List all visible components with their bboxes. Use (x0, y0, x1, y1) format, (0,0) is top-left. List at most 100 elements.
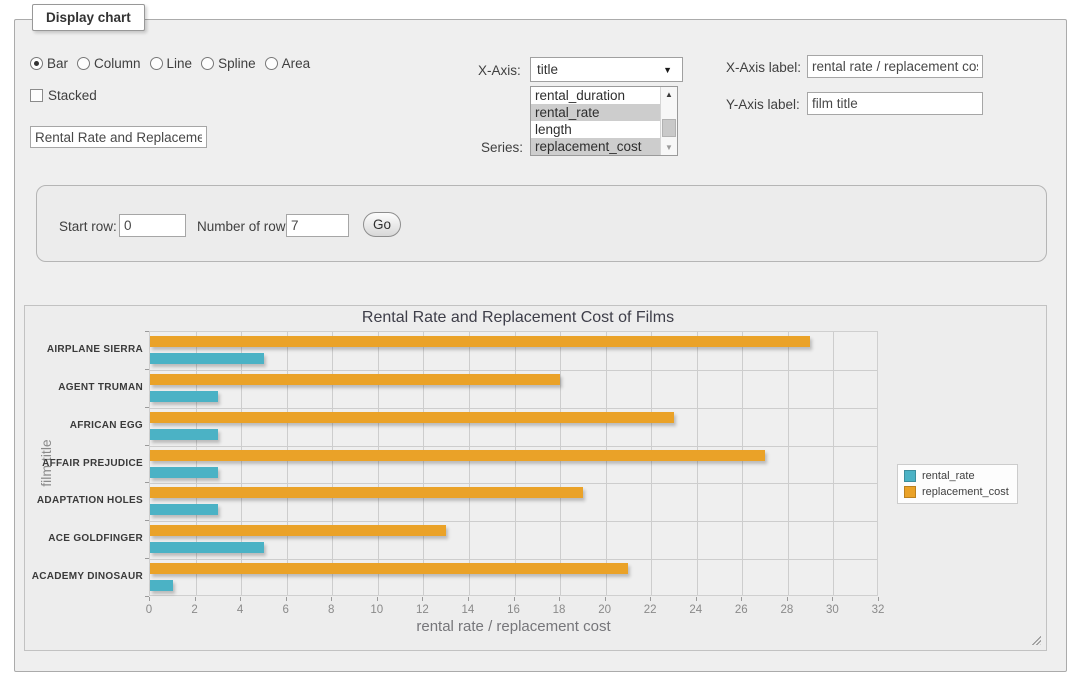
x-tick-label: 20 (590, 604, 620, 616)
bar-replacement_cost[interactable] (150, 563, 628, 574)
x-tick-mark (741, 597, 742, 601)
gridline-vertical (332, 332, 333, 595)
x-axis-label-input[interactable] (807, 55, 983, 78)
bar-rental_rate[interactable] (150, 504, 218, 515)
x-axis-label-field-label: X-Axis label: (726, 60, 801, 75)
radio-icon[interactable] (201, 57, 214, 70)
bar-replacement_cost[interactable] (150, 487, 583, 498)
y-tick-mark (145, 445, 149, 446)
bar-rental_rate[interactable] (150, 580, 173, 591)
x-tick-label: 26 (726, 604, 756, 616)
listbox-scrollbar[interactable]: ▲ ▼ (660, 87, 677, 155)
stacked-checkbox[interactable]: Stacked (30, 88, 97, 103)
radio-label: Spline (218, 56, 256, 71)
x-tick-label: 28 (772, 604, 802, 616)
scrollbar-thumb[interactable] (662, 119, 676, 137)
x-tick-mark (149, 597, 150, 601)
legend-label: rental_rate (922, 470, 975, 482)
y-tick-mark (145, 482, 149, 483)
category-label: ACE GOLDFINGER (25, 533, 143, 544)
bar-rental_rate[interactable] (150, 542, 264, 553)
bar-replacement_cost[interactable] (150, 412, 674, 423)
gridline-horizontal (150, 408, 877, 409)
series-option-rental_rate[interactable]: rental_rate (531, 104, 660, 121)
gridline-horizontal (150, 559, 877, 560)
x-tick-mark (559, 597, 560, 601)
legend-swatch-icon (904, 470, 916, 482)
x-tick-mark (787, 597, 788, 601)
scroll-up-icon[interactable]: ▲ (661, 87, 677, 102)
y-axis-label-input[interactable] (807, 92, 983, 115)
radio-icon[interactable] (150, 57, 163, 70)
x-tick-mark (240, 597, 241, 601)
x-tick-label: 2 (180, 604, 210, 616)
resize-handle-icon[interactable] (1030, 634, 1041, 645)
series-option-length[interactable]: length (531, 121, 660, 138)
radio-label: Area (282, 56, 311, 71)
radio-icon[interactable] (77, 57, 90, 70)
x-tick-mark (468, 597, 469, 601)
y-tick-mark (145, 369, 149, 370)
legend-label: replacement_cost (922, 486, 1009, 498)
y-tick-mark (145, 520, 149, 521)
x-tick-label: 12 (407, 604, 437, 616)
x-tick-label: 14 (453, 604, 483, 616)
x-axis-select[interactable]: title ▼ (530, 57, 683, 82)
x-tick-mark (195, 597, 196, 601)
chart-type-option-line[interactable]: Line (150, 56, 193, 71)
chart-type-option-column[interactable]: Column (77, 56, 141, 71)
x-tick-mark (696, 597, 697, 601)
scroll-down-icon[interactable]: ▼ (661, 140, 677, 155)
x-tick-label: 16 (499, 604, 529, 616)
go-button[interactable]: Go (363, 212, 401, 237)
x-tick-label: 22 (635, 604, 665, 616)
radio-icon[interactable] (30, 57, 43, 70)
checkbox-icon[interactable] (30, 89, 43, 102)
bar-rental_rate[interactable] (150, 467, 218, 478)
x-axis-select-label: X-Axis: (478, 63, 521, 78)
gridline-vertical (697, 332, 698, 595)
x-tick-mark (650, 597, 651, 601)
radio-icon[interactable] (265, 57, 278, 70)
bar-replacement_cost[interactable] (150, 374, 560, 385)
chart-title-input[interactable] (30, 126, 207, 148)
chart-type-radio-group: Bar Column Line Spline Area (30, 56, 310, 71)
bar-replacement_cost[interactable] (150, 525, 446, 536)
category-label: AGENT TRUMAN (25, 382, 143, 393)
radio-label: Bar (47, 56, 68, 71)
gridline-vertical (196, 332, 197, 595)
x-tick-mark (832, 597, 833, 601)
gridline-horizontal (150, 370, 877, 371)
number-of-rows-input[interactable] (286, 214, 349, 237)
category-label: AFRICAN EGG (25, 420, 143, 431)
gridline-vertical (788, 332, 789, 595)
x-tick-label: 24 (681, 604, 711, 616)
y-tick-mark (145, 407, 149, 408)
series-listbox[interactable]: rental_durationrental_ratelengthreplacem… (530, 86, 678, 156)
bar-rental_rate[interactable] (150, 429, 218, 440)
gridline-horizontal (150, 446, 877, 447)
gridline-horizontal (150, 521, 877, 522)
category-label: AIRPLANE SIERRA (25, 344, 143, 355)
bar-rental_rate[interactable] (150, 391, 218, 402)
gridline-vertical (469, 332, 470, 595)
chart-type-option-bar[interactable]: Bar (30, 56, 68, 71)
series-option-replacement_cost[interactable]: replacement_cost (531, 138, 660, 155)
page: Display chart BarColumnLineSplineArea St… (0, 0, 1081, 681)
start-row-input[interactable] (119, 214, 186, 237)
category-label: ACADEMY DINOSAUR (25, 571, 143, 582)
x-tick-label: 6 (271, 604, 301, 616)
x-tick-label: 30 (817, 604, 847, 616)
gridline-vertical (241, 332, 242, 595)
bar-replacement_cost[interactable] (150, 336, 810, 347)
bar-replacement_cost[interactable] (150, 450, 765, 461)
gridline-vertical (515, 332, 516, 595)
legend-swatch-icon (904, 486, 916, 498)
bar-rental_rate[interactable] (150, 353, 264, 364)
chart-type-option-area[interactable]: Area (265, 56, 311, 71)
gridline-horizontal (150, 483, 877, 484)
x-tick-mark (331, 597, 332, 601)
chart-type-option-spline[interactable]: Spline (201, 56, 256, 71)
series-option-rental_duration[interactable]: rental_duration (531, 87, 660, 104)
gridline-vertical (423, 332, 424, 595)
